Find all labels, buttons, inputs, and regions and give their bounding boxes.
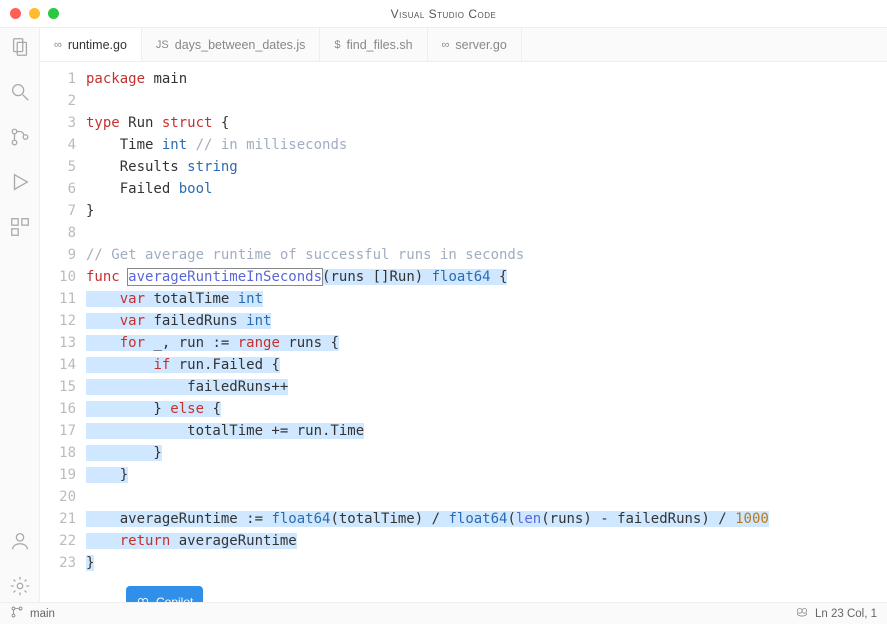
line-number-gutter: 1234567891011121314151617181920212223	[40, 68, 86, 602]
code-line[interactable]: type Run struct {	[86, 112, 887, 134]
code-area[interactable]: package main type Run struct { Time int /…	[86, 68, 887, 602]
line-number: 7	[40, 200, 76, 222]
code-line[interactable]: Time int // in milliseconds	[86, 134, 887, 156]
line-number: 22	[40, 530, 76, 552]
app-window: Visual Studio Code ∞ runtime.go JS days_bet…	[0, 0, 887, 624]
code-line[interactable]: }	[86, 442, 887, 464]
go-file-icon: ∞	[442, 39, 450, 51]
line-number: 5	[40, 156, 76, 178]
line-number: 12	[40, 310, 76, 332]
code-line[interactable]: for _, run := range runs {	[86, 332, 887, 354]
code-line[interactable]: averageRuntime := float64(totalTime) / f…	[86, 508, 887, 530]
code-line[interactable]: package main	[86, 68, 887, 90]
line-number: 3	[40, 112, 76, 134]
line-number: 13	[40, 332, 76, 354]
accounts-icon[interactable]	[9, 530, 31, 557]
tab-server-go[interactable]: ∞ server.go	[428, 28, 522, 61]
line-number: 1	[40, 68, 76, 90]
window-title: Visual Studio Code	[0, 7, 887, 21]
status-bar: main Ln 23 Col, 1	[0, 602, 887, 624]
line-number: 23	[40, 552, 76, 574]
copilot-label: Copilot	[156, 591, 193, 602]
code-line[interactable]: var totalTime int	[86, 288, 887, 310]
extensions-icon[interactable]	[9, 216, 31, 243]
line-number: 15	[40, 376, 76, 398]
sh-file-icon: $	[334, 39, 340, 51]
tab-label: runtime.go	[68, 38, 127, 52]
code-line[interactable]: totalTime += run.Time	[86, 420, 887, 442]
run-debug-icon[interactable]	[9, 171, 31, 198]
code-line[interactable]: }	[86, 464, 887, 486]
code-line[interactable]: if run.Failed {	[86, 354, 887, 376]
tab-label: server.go	[455, 38, 506, 52]
copilot-status-icon[interactable]	[795, 605, 809, 622]
search-icon[interactable]	[9, 81, 31, 108]
tab-label: days_between_dates.js	[175, 38, 306, 52]
code-line[interactable]	[86, 486, 887, 508]
line-number: 10	[40, 266, 76, 288]
branch-name[interactable]: main	[30, 608, 55, 620]
line-number: 16	[40, 398, 76, 420]
tab-runtime-go[interactable]: ∞ runtime.go	[40, 28, 142, 61]
code-line[interactable]: // Get average runtime of successful run…	[86, 244, 887, 266]
explorer-icon[interactable]	[9, 36, 31, 63]
line-number: 21	[40, 508, 76, 530]
cursor-position[interactable]: Ln 23 Col, 1	[815, 608, 877, 620]
settings-gear-icon[interactable]	[9, 575, 31, 602]
code-line[interactable]: var failedRuns int	[86, 310, 887, 332]
tab-bar: ∞ runtime.go JS days_between_dates.js $ find_…	[40, 28, 887, 62]
code-line[interactable]: }	[86, 200, 887, 222]
code-line[interactable]: }	[86, 552, 887, 574]
code-line[interactable]: Results string	[86, 156, 887, 178]
line-number: 2	[40, 90, 76, 112]
line-number: 17	[40, 420, 76, 442]
line-number: 18	[40, 442, 76, 464]
source-control-icon[interactable]	[9, 126, 31, 153]
js-file-icon: JS	[156, 39, 169, 51]
line-number: 14	[40, 354, 76, 376]
code-line[interactable]: Failed bool	[86, 178, 887, 200]
tab-find-files-sh[interactable]: $ find_files.sh	[320, 28, 427, 61]
go-file-icon: ∞	[54, 39, 62, 51]
code-line[interactable]	[86, 222, 887, 244]
line-number: 19	[40, 464, 76, 486]
tab-days-between-dates-js[interactable]: JS days_between_dates.js	[142, 28, 321, 61]
code-editor[interactable]: 1234567891011121314151617181920212223 pa…	[40, 62, 887, 602]
line-number: 4	[40, 134, 76, 156]
code-line[interactable]: return averageRuntime	[86, 530, 887, 552]
copilot-button[interactable]: Copilot	[126, 586, 203, 602]
code-line[interactable]: } else {	[86, 398, 887, 420]
line-number: 6	[40, 178, 76, 200]
code-line[interactable]: func averageRuntimeInSeconds(runs []Run)…	[86, 266, 887, 288]
line-number: 9	[40, 244, 76, 266]
branch-icon[interactable]	[10, 605, 24, 622]
titlebar: Visual Studio Code	[0, 0, 887, 28]
tab-label: find_files.sh	[347, 38, 413, 52]
code-line[interactable]	[86, 90, 887, 112]
code-line[interactable]: failedRuns++	[86, 376, 887, 398]
line-number: 20	[40, 486, 76, 508]
line-number: 11	[40, 288, 76, 310]
editor-group: ∞ runtime.go JS days_between_dates.js $ find_…	[40, 28, 887, 602]
line-number: 8	[40, 222, 76, 244]
activity-bar	[0, 28, 40, 602]
